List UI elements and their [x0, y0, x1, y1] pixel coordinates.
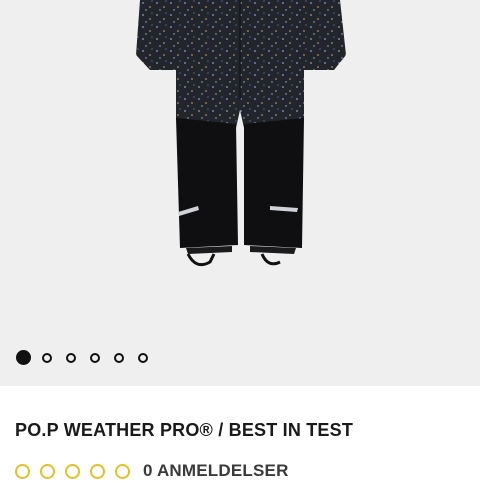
gallery-dot-1[interactable]: [16, 350, 31, 365]
rating-circle-icon: [65, 463, 80, 479]
gallery-pagination: [16, 350, 162, 365]
gallery-dot-4[interactable]: [90, 352, 100, 363]
rating-circle-icon: [15, 463, 30, 479]
gallery-dot-3[interactable]: [66, 352, 76, 363]
product-title: PO.P WEATHER PRO® / BEST IN TEST: [15, 420, 354, 440]
product-image[interactable]: [0, 0, 480, 386]
rating-circle-icon: [40, 463, 55, 479]
gallery-dot-5[interactable]: [114, 352, 124, 363]
rating-circle-icon: [115, 463, 130, 479]
reviews-link[interactable]: 0 ANMELDELSER: [143, 461, 289, 481]
gallery-dot-2[interactable]: [42, 352, 52, 363]
product-rating[interactable]: 0 ANMELDELSER: [15, 461, 289, 481]
rating-circle-icon: [90, 463, 105, 479]
product-gallery[interactable]: [0, 0, 480, 386]
gallery-dot-6[interactable]: [138, 352, 148, 363]
